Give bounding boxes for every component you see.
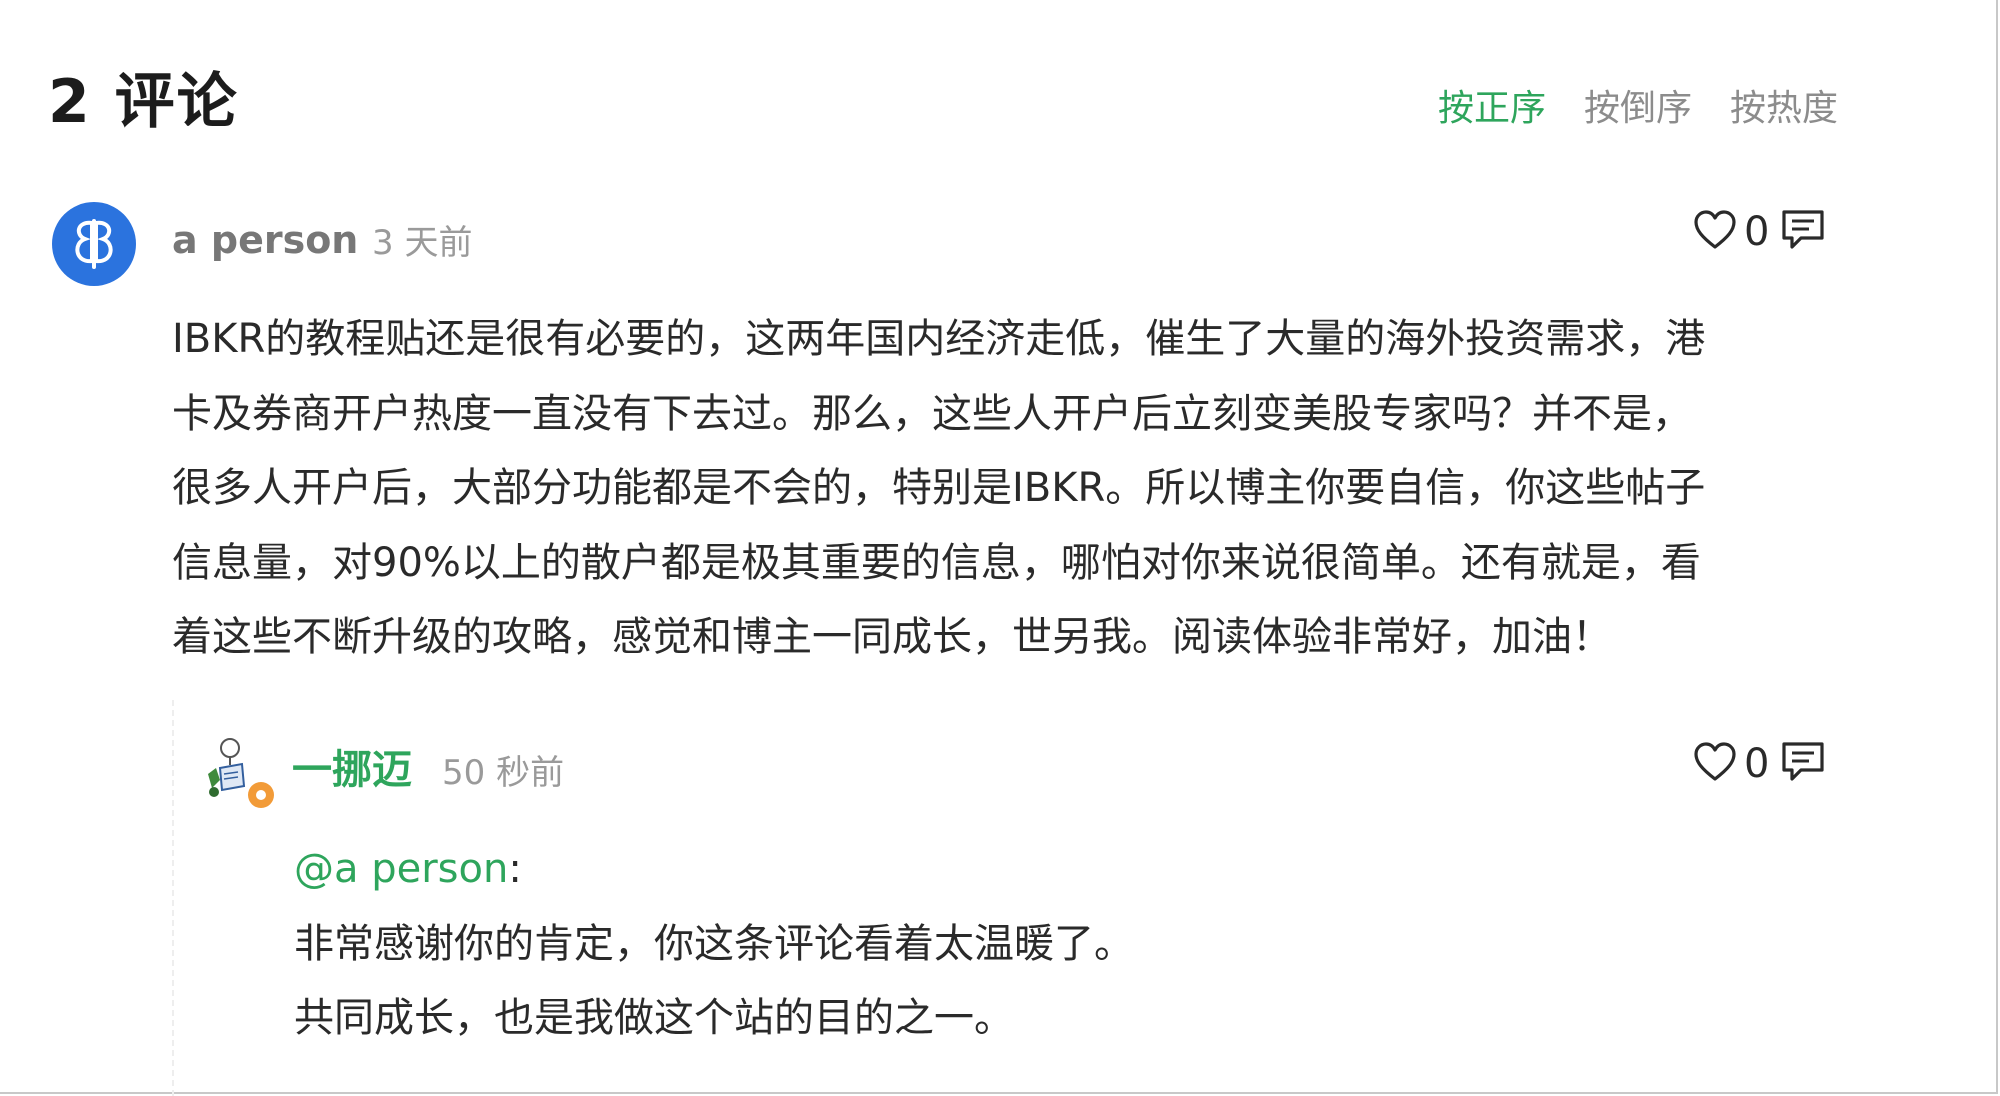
like-count: 0 (1744, 741, 1770, 787)
reply-avatar[interactable] (200, 734, 284, 818)
gear-badge-icon (248, 782, 274, 808)
comment-line: 着这些不断升级的攻略，感觉和博主一同成长，世另我。阅读体验非常好，加油！ (172, 614, 1612, 660)
mention-suffix: : (508, 846, 522, 892)
heart-icon[interactable] (1692, 739, 1738, 789)
sort-descending-tab[interactable]: 按倒序 (1584, 84, 1692, 134)
reply-body: @a person: 非常感谢你的肯定，你这条评论看着太温暖了。 共同成长，也是… (294, 832, 1134, 1056)
heart-icon[interactable] (1692, 207, 1738, 257)
mention-link[interactable]: @a person (294, 846, 508, 892)
comment-line: 卡及券商开户热度一直没有下去过。那么，这些人开户后立刻变美股专家吗？并不是， (172, 390, 1692, 437)
comment-body: IBKR的教程贴还是很有必要的，这两年国内经济走低，催生了大量的海外投资需求，港… (172, 302, 1832, 675)
comment-line: 很多人开户后，大部分功能都是不会的，特别是IBKR。所以博主你要自信，你这些帖子 (172, 465, 1706, 511)
reply-comment-icon[interactable] (1779, 206, 1827, 258)
comment-actions: 0 (1692, 206, 1827, 258)
avatar[interactable] (52, 202, 136, 286)
reply-comment-icon[interactable] (1779, 738, 1827, 790)
comments-count-title: 2 评论 (48, 67, 239, 137)
butterfly-logo-icon (75, 219, 113, 269)
sort-tabs: 按正序 按倒序 按热度 (1438, 84, 1838, 134)
reply-actions: 0 (1692, 738, 1827, 790)
reply-timestamp: 50 秒前 (442, 753, 565, 793)
sort-popular-tab[interactable]: 按热度 (1730, 84, 1838, 134)
reply-line: 共同成长，也是我做这个站的目的之一。 (294, 995, 1014, 1041)
reply-line: 非常感谢你的肯定，你这条评论看着太温暖了。 (294, 920, 1134, 967)
comment-line: IBKR的教程贴还是很有必要的，这两年国内经济走低，催生了大量的海外投资需求，港 (172, 316, 1706, 362)
comment-line: 信息量，对90%以上的散户都是极其重要的信息，哪怕对你来说很简单。还有就是，看 (172, 539, 1701, 586)
reply-author[interactable]: 一挪迈 (292, 744, 412, 796)
mention-line: @a person: (294, 832, 1134, 907)
like-count: 0 (1744, 209, 1770, 255)
sort-ascending-tab[interactable]: 按正序 (1438, 84, 1546, 134)
reply-thread-line (172, 700, 174, 1096)
comment-timestamp: 3 天前 (372, 223, 473, 263)
comment-author[interactable]: a person (172, 214, 358, 266)
